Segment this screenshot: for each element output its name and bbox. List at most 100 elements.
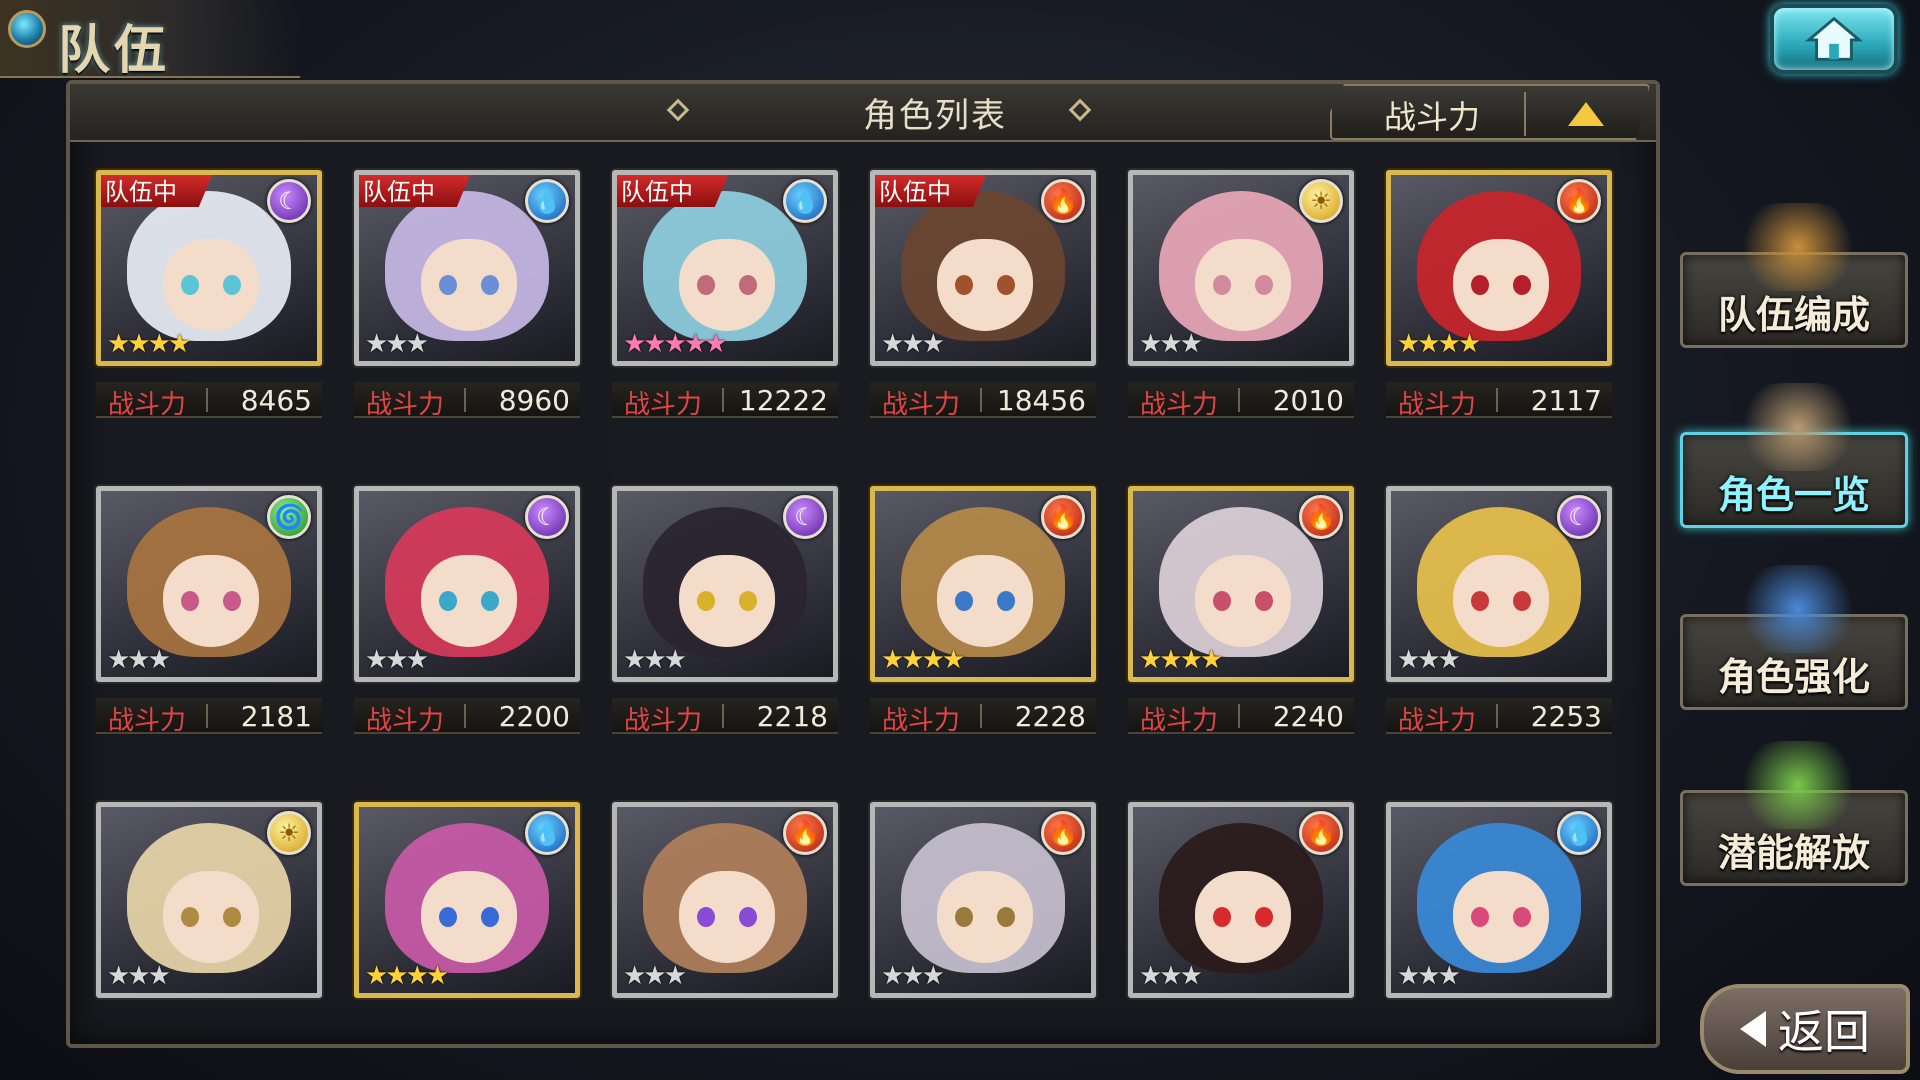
character-list-button[interactable]: 角色一览 [1680,383,1908,528]
power-value: 2181 [240,700,312,733]
power-label: 战斗力 [366,390,445,420]
character-card[interactable]: 🔥 ★★★ [870,802,1100,1002]
menu-art-icon [1733,203,1863,291]
character-face [1195,239,1291,331]
character-face [937,555,1033,647]
character-face [421,555,517,647]
power-value: 2253 [1530,700,1602,733]
character-eye [1513,275,1531,295]
character-portrait[interactable]: 🔥 ★★★ [1128,802,1354,998]
character-eye [955,275,973,295]
home-button[interactable] [1770,4,1898,74]
wind-element-icon: 🌀 [267,495,311,539]
character-eye [997,907,1015,927]
character-eye [697,907,715,927]
power-bar: 战斗力 2240 [1128,698,1354,736]
menu-art-icon [1733,383,1863,471]
character-portrait[interactable]: 🔥 ★★★ [870,802,1096,998]
character-card[interactable]: ☀ ★★★ [96,802,326,1002]
character-portrait[interactable]: 💧 ★★★ [1386,802,1612,998]
character-eye [439,907,457,927]
team-formation-button[interactable]: 队伍编成 [1680,203,1908,348]
character-card[interactable]: ☀ ★★★ [1128,170,1358,370]
rarity-stars-icon: ★★★ [881,961,945,991]
rarity-stars-icon: ★★★ [1397,961,1461,991]
character-face [1195,871,1291,963]
character-portrait[interactable]: 队伍中 ☾ ★★★★ [96,170,322,366]
power-separator [464,704,466,728]
rarity-stars-icon: ★★★ [107,961,171,991]
potential-release-button[interactable]: 潜能解放 [1680,741,1908,886]
character-portrait[interactable]: ☾ ★★★ [354,486,580,682]
water-element-icon: 💧 [783,179,827,223]
character-portrait[interactable]: 🔥 ★★★★ [1128,486,1354,682]
character-enhance-button[interactable]: 角色强化 [1680,565,1908,710]
power-separator [1496,704,1498,728]
character-card[interactable]: 💧 ★★★★ [354,802,584,1002]
character-eye [481,907,499,927]
sort-ascending-icon[interactable] [1568,102,1604,126]
character-card[interactable]: 🌀 ★★★ [96,486,326,686]
character-card[interactable]: 队伍中 ☾ ★★★★ [96,170,326,370]
dark-element-icon: ☾ [525,495,569,539]
rarity-stars-icon: ★★★★ [881,645,965,675]
power-separator [722,704,724,728]
character-eye [1471,275,1489,295]
character-card[interactable]: ☾ ★★★ [1386,486,1616,686]
character-card[interactable]: ☾ ★★★ [612,486,842,686]
character-card[interactable]: ☾ ★★★ [354,486,584,686]
sort-control[interactable]: 战斗力 [1330,84,1650,140]
character-portrait[interactable]: 队伍中 🔥 ★★★ [870,170,1096,366]
character-card[interactable]: 🔥 ★★★ [612,802,842,1002]
character-eye [481,591,499,611]
character-portrait[interactable]: 🔥 ★★★★ [1386,170,1612,366]
power-bar: 战斗力 18456 [870,382,1096,420]
rarity-stars-icon: ★★★★ [107,329,191,359]
character-portrait[interactable]: 🔥 ★★★★ [870,486,1096,682]
power-value: 2010 [1272,384,1344,417]
power-label: 战斗力 [1140,390,1219,420]
character-portrait[interactable]: ☾ ★★★ [1386,486,1612,682]
character-card[interactable]: 💧 ★★★ [1386,802,1616,1002]
character-portrait[interactable]: ☾ ★★★ [612,486,838,682]
fire-element-icon: 🔥 [1299,495,1343,539]
power-bar: 战斗力 2010 [1128,382,1354,420]
character-portrait[interactable]: 💧 ★★★★ [354,802,580,998]
in-team-badge: 队伍中 [359,175,471,207]
character-face [163,555,259,647]
character-portrait[interactable]: ☀ ★★★ [1128,170,1354,366]
character-face [421,239,517,331]
back-button[interactable]: 返回 [1700,984,1910,1074]
menu-label: 角色一览 [1717,473,1870,517]
character-card[interactable]: 队伍中 💧 ★★★ [354,170,584,370]
character-card[interactable]: 🔥 ★★★★ [1128,486,1358,686]
character-card[interactable]: 🔥 ★★★★ [1386,170,1616,370]
rarity-stars-icon: ★★★ [1139,961,1203,991]
character-portrait[interactable]: 🔥 ★★★ [612,802,838,998]
character-card[interactable]: 🔥 ★★★ [1128,802,1358,1002]
power-value: 12222 [738,384,828,417]
dark-element-icon: ☾ [267,179,311,223]
character-portrait[interactable]: ☀ ★★★ [96,802,322,998]
character-portrait[interactable]: 队伍中 💧 ★★★★★ [612,170,838,366]
character-eye [181,907,199,927]
power-separator [722,388,724,412]
character-portrait[interactable]: 🌀 ★★★ [96,486,322,682]
character-portrait[interactable]: 队伍中 💧 ★★★ [354,170,580,366]
menu-label: 队伍编成 [1717,293,1870,337]
character-card[interactable]: 队伍中 🔥 ★★★ [870,170,1100,370]
sort-label[interactable]: 战斗力 [1362,92,1502,138]
power-label: 战斗力 [624,706,703,736]
power-bar: 战斗力 2181 [96,698,322,736]
power-label: 战斗力 [882,390,961,420]
title-plaque: 队伍 [0,0,300,81]
character-eye [697,591,715,611]
rarity-stars-icon: ★★★ [1397,645,1461,675]
power-label: 战斗力 [1398,390,1477,420]
power-value: 2240 [1272,700,1344,733]
fire-element-icon: 🔥 [1299,811,1343,855]
character-card[interactable]: 队伍中 💧 ★★★★★ [612,170,842,370]
character-eye [955,907,973,927]
light-element-icon: ☀ [1299,179,1343,223]
character-card[interactable]: 🔥 ★★★★ [870,486,1100,686]
